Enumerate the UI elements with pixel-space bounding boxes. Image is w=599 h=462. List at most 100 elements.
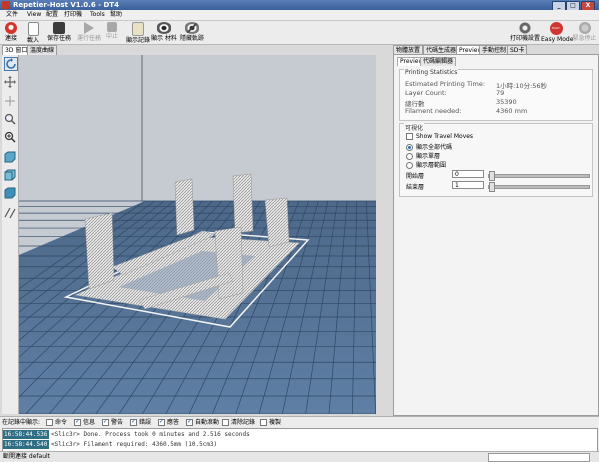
emergency-stop-button[interactable]: 緊急停止 (571, 22, 598, 44)
load-button[interactable]: 載入 (24, 22, 42, 44)
menu-config[interactable]: 配置 (46, 10, 58, 20)
show-travel-checkbox[interactable]: Show Travel Moves (406, 133, 473, 140)
menu-printer[interactable]: 打印機 (64, 10, 82, 20)
stop-icon (107, 22, 117, 32)
left-tab-strip: 3D 窗口 溫度曲線 (2, 45, 390, 55)
move-object-icon[interactable] (4, 95, 16, 107)
save-icon (53, 22, 65, 34)
filter-commands[interactable]: 命令 (46, 418, 67, 427)
hide-travel-button[interactable]: 隱藏軌跡 (178, 22, 206, 44)
log-message: <Slic3r> Filament required: 4360.5mm (10… (51, 441, 218, 448)
connect-label: 連接 (4, 35, 17, 42)
first-layer-slider[interactable] (488, 171, 590, 181)
printing-statistics-title: Printing Statistics (404, 69, 459, 76)
subtab-code-editor[interactable]: 代碼編輯器 (420, 57, 457, 66)
power-icon (5, 22, 17, 34)
slider-thumb[interactable] (489, 182, 495, 192)
filter-errors[interactable]: 錯誤 (130, 417, 151, 427)
log-area: 在記錄中顯示: 命令 信息 警告 錯誤 應答 自動滾動 清除記錄 複製 16:5… (0, 416, 599, 453)
first-layer-input[interactable]: 0 (452, 170, 484, 178)
total-lines-value: 35390 (496, 98, 517, 106)
checkbox-box (158, 417, 165, 426)
view-tools-sidebar (2, 55, 19, 414)
visualization-title: 可視化 (404, 123, 425, 132)
checkbox-box (260, 419, 267, 426)
preview-panel: Preview 代碼編輯器 Printing Statistics Estima… (393, 54, 599, 416)
last-layer-slider[interactable] (488, 182, 590, 192)
easy-mode-label: Easy Mode (541, 36, 574, 43)
show-filament-button[interactable]: 顯示 材料 (150, 22, 178, 44)
printer-settings-button[interactable]: 打印機設置 (510, 22, 540, 44)
filter-ack[interactable]: 應答 (158, 417, 179, 427)
radio-single-layer[interactable]: 顯示單層 (406, 151, 440, 160)
radio-layer-range[interactable]: 顯示層範圍 (406, 160, 446, 169)
rotate-icon[interactable] (4, 57, 18, 71)
checkbox-box (222, 419, 229, 426)
connect-button[interactable]: 連接 (2, 22, 20, 44)
filter-commands-label: 命令 (55, 419, 68, 426)
show-log-button[interactable]: 顯示記錄 (124, 22, 152, 44)
menu-help[interactable]: 幫助 (110, 10, 122, 20)
slider-thumb[interactable] (489, 171, 495, 181)
run-job-button[interactable]: 運行任務 (76, 22, 102, 44)
visualization-group: 可視化 Show Travel Moves 顯示全部代碼 顯示單層 顯示層範圍 … (399, 123, 593, 197)
filter-autoscroll-label: 自動滾動 (195, 419, 220, 426)
eye-crossed-icon (185, 22, 199, 34)
easy-mode-button[interactable]: EASY Easy Mode (541, 22, 574, 44)
checkbox-box (406, 133, 413, 140)
copy-log-label: 複製 (269, 419, 282, 426)
log-output[interactable]: 16:58:44.536 <Slic3r> Done. Process took… (2, 428, 598, 453)
model-pillar-4 (264, 197, 290, 248)
last-layer-input[interactable]: 1 (452, 181, 484, 189)
filament-needed-value: 4360 mm (496, 107, 528, 115)
save-job-button[interactable]: 保存任務 (46, 22, 72, 44)
view-top-icon[interactable] (4, 187, 16, 199)
menu-tools[interactable]: Tools (90, 10, 105, 20)
layer-count-label: Layer Count: (405, 89, 447, 97)
menu-bar: 文件 View 配置 打印機 Tools 幫助 (0, 10, 599, 21)
zoom-fit-icon[interactable] (4, 131, 16, 143)
print-bed-scene (19, 55, 376, 414)
tab-temperature-curve[interactable]: 溫度曲線 (27, 45, 58, 55)
log-icon (132, 22, 144, 36)
right-panel: 物體放置 代碼生成器 Preview 手動控制 SD卡 Preview 代碼編輯… (393, 45, 599, 416)
save-job-label: 保存任務 (46, 35, 71, 42)
show-travel-label: Show Travel Moves (416, 133, 474, 140)
radio-button (406, 144, 413, 151)
app-icon (2, 1, 10, 9)
model-pillar-1 (84, 212, 115, 290)
view-front-icon[interactable] (4, 151, 16, 163)
show-filament-label: 顯示 材料 (151, 35, 177, 42)
checkbox-box (46, 419, 53, 426)
toolbar: 連接 載入 保存任務 運行任務 中止 顯示記錄 顯示 材料 隱藏軌跡 打印機設置… (0, 21, 599, 45)
printer-settings-label: 打印機設置 (510, 35, 541, 42)
clear-log-button[interactable]: 清除記錄 (222, 418, 255, 427)
zoom-icon[interactable] (4, 113, 16, 125)
easy-mode-icon: EASY (549, 22, 563, 35)
menu-file[interactable]: 文件 (6, 10, 18, 20)
menu-view[interactable]: View (27, 10, 41, 20)
filament-needed-label: Filament needed: (405, 107, 462, 115)
model-pillar-3 (232, 173, 254, 234)
log-filter-label: 在記錄中顯示: (2, 419, 41, 426)
log-timestamp: 16:58:44.536 (3, 430, 49, 439)
move-icon[interactable] (4, 76, 16, 88)
model-pillar-2 (174, 178, 195, 236)
show-log-label: 顯示記錄 (125, 37, 150, 44)
filter-info[interactable]: 信息 (74, 417, 95, 427)
parallel-view-icon[interactable] (4, 207, 16, 219)
filter-autoscroll[interactable]: 自動滾動 (186, 417, 220, 427)
radio-show-all-label: 顯示全部代碼 (416, 144, 453, 151)
3d-viewport[interactable] (19, 55, 376, 414)
file-open-icon (27, 22, 39, 36)
filter-warnings[interactable]: 警告 (102, 417, 123, 427)
copy-log-button[interactable]: 複製 (260, 418, 281, 427)
log-timestamp: 16:58:44.540 (3, 440, 49, 449)
log-message: <Slic3r> Done. Process took 0 minutes an… (51, 431, 250, 438)
radio-show-all[interactable]: 顯示全部代碼 (406, 142, 452, 151)
load-label: 載入 (26, 37, 39, 44)
checkbox-box (74, 417, 81, 426)
view-side-icon[interactable] (4, 169, 16, 181)
stop-button[interactable]: 中止 (104, 22, 120, 44)
radio-layer-range-label: 顯示層範圍 (416, 162, 447, 169)
